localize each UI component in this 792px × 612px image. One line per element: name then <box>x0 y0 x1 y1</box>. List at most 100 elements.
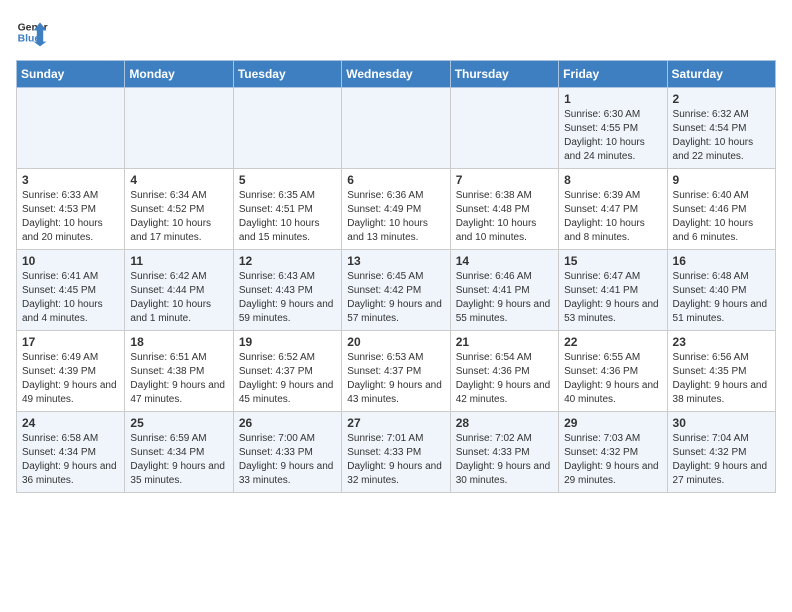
day-number: 7 <box>456 173 553 187</box>
calendar-cell: 20Sunrise: 6:53 AM Sunset: 4:37 PM Dayli… <box>342 331 450 412</box>
calendar-cell: 27 Sunrise: 7:01 AM Sunset: 4:33 PM Dayli… <box>342 412 450 493</box>
cell-content: Sunrise: 6:38 AM Sunset: 4:48 PM Dayligh… <box>456 189 553 245</box>
calendar-cell: 6 Sunrise: 6:36 AM Sunset: 4:49 PM Daylig… <box>342 169 450 250</box>
calendar-week-5: 24 Sunrise: 6:58 AM Sunset: 4:34 PM Dayli… <box>17 412 776 493</box>
day-number: 25 <box>130 416 227 430</box>
day-number: 27 <box>347 416 444 430</box>
day-number: 16 <box>673 254 770 268</box>
calendar-cell: 1 Sunrise: 6:30 AM Sunset: 4:55 PM Daylig… <box>559 88 667 169</box>
day-header-friday: Friday <box>559 61 667 88</box>
cell-content: Sunrise: 6:55 AM Sunset: 4:36 PM Dayligh… <box>564 351 661 407</box>
cell-content: Sunrise: 6:46 AM Sunset: 4:41 PM Dayligh… <box>456 270 553 326</box>
calendar-cell: 13 Sunrise: 6:45 AM Sunset: 4:42 PM Dayli… <box>342 250 450 331</box>
day-number: 4 <box>130 173 227 187</box>
calendar-cell: 4 Sunrise: 6:34 AM Sunset: 4:52 PM Daylig… <box>125 169 233 250</box>
calendar-cell: 16Sunrise: 6:48 AM Sunset: 4:40 PM Dayli… <box>667 250 775 331</box>
day-number: 10 <box>22 254 119 268</box>
day-header-saturday: Saturday <box>667 61 775 88</box>
calendar-cell: 25Sunrise: 6:59 AM Sunset: 4:34 PM Dayli… <box>125 412 233 493</box>
day-number: 5 <box>239 173 336 187</box>
cell-content: Sunrise: 6:41 AM Sunset: 4:45 PM Dayligh… <box>22 270 119 326</box>
day-number: 1 <box>564 92 661 106</box>
logo-icon: General Blue <box>16 16 48 48</box>
calendar-cell: 22 Sunrise: 6:55 AM Sunset: 4:36 PM Dayli… <box>559 331 667 412</box>
day-number: 6 <box>347 173 444 187</box>
cell-content: Sunrise: 6:49 AM Sunset: 4:39 PM Dayligh… <box>22 351 119 407</box>
day-number: 14 <box>456 254 553 268</box>
day-number: 29 <box>564 416 661 430</box>
day-number: 22 <box>564 335 661 349</box>
calendar-cell: 15Sunrise: 6:47 AM Sunset: 4:41 PM Dayli… <box>559 250 667 331</box>
day-number: 8 <box>564 173 661 187</box>
cell-content: Sunrise: 6:53 AM Sunset: 4:37 PM Dayligh… <box>347 351 444 407</box>
calendar-cell: 8 Sunrise: 6:39 AM Sunset: 4:47 PM Daylig… <box>559 169 667 250</box>
calendar-cell: 3 Sunrise: 6:33 AM Sunset: 4:53 PM Daylig… <box>17 169 125 250</box>
day-number: 3 <box>22 173 119 187</box>
cell-content: Sunrise: 6:43 AM Sunset: 4:43 PM Dayligh… <box>239 270 336 326</box>
cell-content: Sunrise: 6:35 AM Sunset: 4:51 PM Dayligh… <box>239 189 336 245</box>
day-header-thursday: Thursday <box>450 61 558 88</box>
day-number: 28 <box>456 416 553 430</box>
day-number: 23 <box>673 335 770 349</box>
calendar-cell <box>342 88 450 169</box>
day-header-monday: Monday <box>125 61 233 88</box>
day-header-tuesday: Tuesday <box>233 61 341 88</box>
cell-content: Sunrise: 7:03 AM Sunset: 4:32 PM Dayligh… <box>564 432 661 488</box>
day-number: 19 <box>239 335 336 349</box>
day-number: 15 <box>564 254 661 268</box>
cell-content: Sunrise: 6:32 AM Sunset: 4:54 PM Dayligh… <box>673 108 770 164</box>
cell-content: Sunrise: 7:04 AM Sunset: 4:32 PM Dayligh… <box>673 432 770 488</box>
calendar-cell: 26Sunrise: 7:00 AM Sunset: 4:33 PM Dayli… <box>233 412 341 493</box>
cell-content: Sunrise: 6:30 AM Sunset: 4:55 PM Dayligh… <box>564 108 661 164</box>
day-number: 18 <box>130 335 227 349</box>
cell-content: Sunrise: 7:02 AM Sunset: 4:33 PM Dayligh… <box>456 432 553 488</box>
calendar-cell: 29 Sunrise: 7:03 AM Sunset: 4:32 PM Dayli… <box>559 412 667 493</box>
day-number: 17 <box>22 335 119 349</box>
cell-content: Sunrise: 6:58 AM Sunset: 4:34 PM Dayligh… <box>22 432 119 488</box>
cell-content: Sunrise: 6:54 AM Sunset: 4:36 PM Dayligh… <box>456 351 553 407</box>
calendar-cell <box>450 88 558 169</box>
cell-content: Sunrise: 6:33 AM Sunset: 4:53 PM Dayligh… <box>22 189 119 245</box>
calendar-cell: 12 Sunrise: 6:43 AM Sunset: 4:43 PM Dayli… <box>233 250 341 331</box>
page-header: General Blue <box>16 16 776 48</box>
day-number: 30 <box>673 416 770 430</box>
calendar-cell: 10 Sunrise: 6:41 AM Sunset: 4:45 PM Dayli… <box>17 250 125 331</box>
day-number: 21 <box>456 335 553 349</box>
calendar-table: SundayMondayTuesdayWednesdayThursdayFrid… <box>16 60 776 493</box>
cell-content: Sunrise: 6:36 AM Sunset: 4:49 PM Dayligh… <box>347 189 444 245</box>
calendar-cell <box>233 88 341 169</box>
day-header-wednesday: Wednesday <box>342 61 450 88</box>
calendar-cell: 7 Sunrise: 6:38 AM Sunset: 4:48 PM Daylig… <box>450 169 558 250</box>
calendar-cell: 2Sunrise: 6:32 AM Sunset: 4:54 PM Daylig… <box>667 88 775 169</box>
calendar-week-2: 3 Sunrise: 6:33 AM Sunset: 4:53 PM Daylig… <box>17 169 776 250</box>
calendar-week-1: 1 Sunrise: 6:30 AM Sunset: 4:55 PM Daylig… <box>17 88 776 169</box>
calendar-cell: 30 Sunrise: 7:04 AM Sunset: 4:32 PM Dayli… <box>667 412 775 493</box>
calendar-cell: 18 Sunrise: 6:51 AM Sunset: 4:38 PM Dayli… <box>125 331 233 412</box>
cell-content: Sunrise: 6:45 AM Sunset: 4:42 PM Dayligh… <box>347 270 444 326</box>
calendar-cell <box>17 88 125 169</box>
day-number: 13 <box>347 254 444 268</box>
calendar-cell: 21 Sunrise: 6:54 AM Sunset: 4:36 PM Dayli… <box>450 331 558 412</box>
calendar-cell: 17 Sunrise: 6:49 AM Sunset: 4:39 PM Dayli… <box>17 331 125 412</box>
day-number: 26 <box>239 416 336 430</box>
calendar-cell: 23Sunrise: 6:56 AM Sunset: 4:35 PM Dayli… <box>667 331 775 412</box>
calendar-cell <box>125 88 233 169</box>
cell-content: Sunrise: 6:39 AM Sunset: 4:47 PM Dayligh… <box>564 189 661 245</box>
cell-content: Sunrise: 6:51 AM Sunset: 4:38 PM Dayligh… <box>130 351 227 407</box>
cell-content: Sunrise: 7:01 AM Sunset: 4:33 PM Dayligh… <box>347 432 444 488</box>
calendar-cell: 24 Sunrise: 6:58 AM Sunset: 4:34 PM Dayli… <box>17 412 125 493</box>
day-number: 24 <box>22 416 119 430</box>
cell-content: Sunrise: 6:52 AM Sunset: 4:37 PM Dayligh… <box>239 351 336 407</box>
calendar-cell: 5 Sunrise: 6:35 AM Sunset: 4:51 PM Daylig… <box>233 169 341 250</box>
calendar-week-4: 17 Sunrise: 6:49 AM Sunset: 4:39 PM Dayli… <box>17 331 776 412</box>
cell-content: Sunrise: 6:42 AM Sunset: 4:44 PM Dayligh… <box>130 270 227 326</box>
day-number: 9 <box>673 173 770 187</box>
logo: General Blue <box>16 16 52 48</box>
calendar-cell: 9 Sunrise: 6:40 AM Sunset: 4:46 PM Daylig… <box>667 169 775 250</box>
cell-content: Sunrise: 6:34 AM Sunset: 4:52 PM Dayligh… <box>130 189 227 245</box>
calendar-cell: 19 Sunrise: 6:52 AM Sunset: 4:37 PM Dayli… <box>233 331 341 412</box>
calendar-cell: 11Sunrise: 6:42 AM Sunset: 4:44 PM Dayli… <box>125 250 233 331</box>
cell-content: Sunrise: 6:40 AM Sunset: 4:46 PM Dayligh… <box>673 189 770 245</box>
calendar-header-row: SundayMondayTuesdayWednesdayThursdayFrid… <box>17 61 776 88</box>
day-number: 12 <box>239 254 336 268</box>
